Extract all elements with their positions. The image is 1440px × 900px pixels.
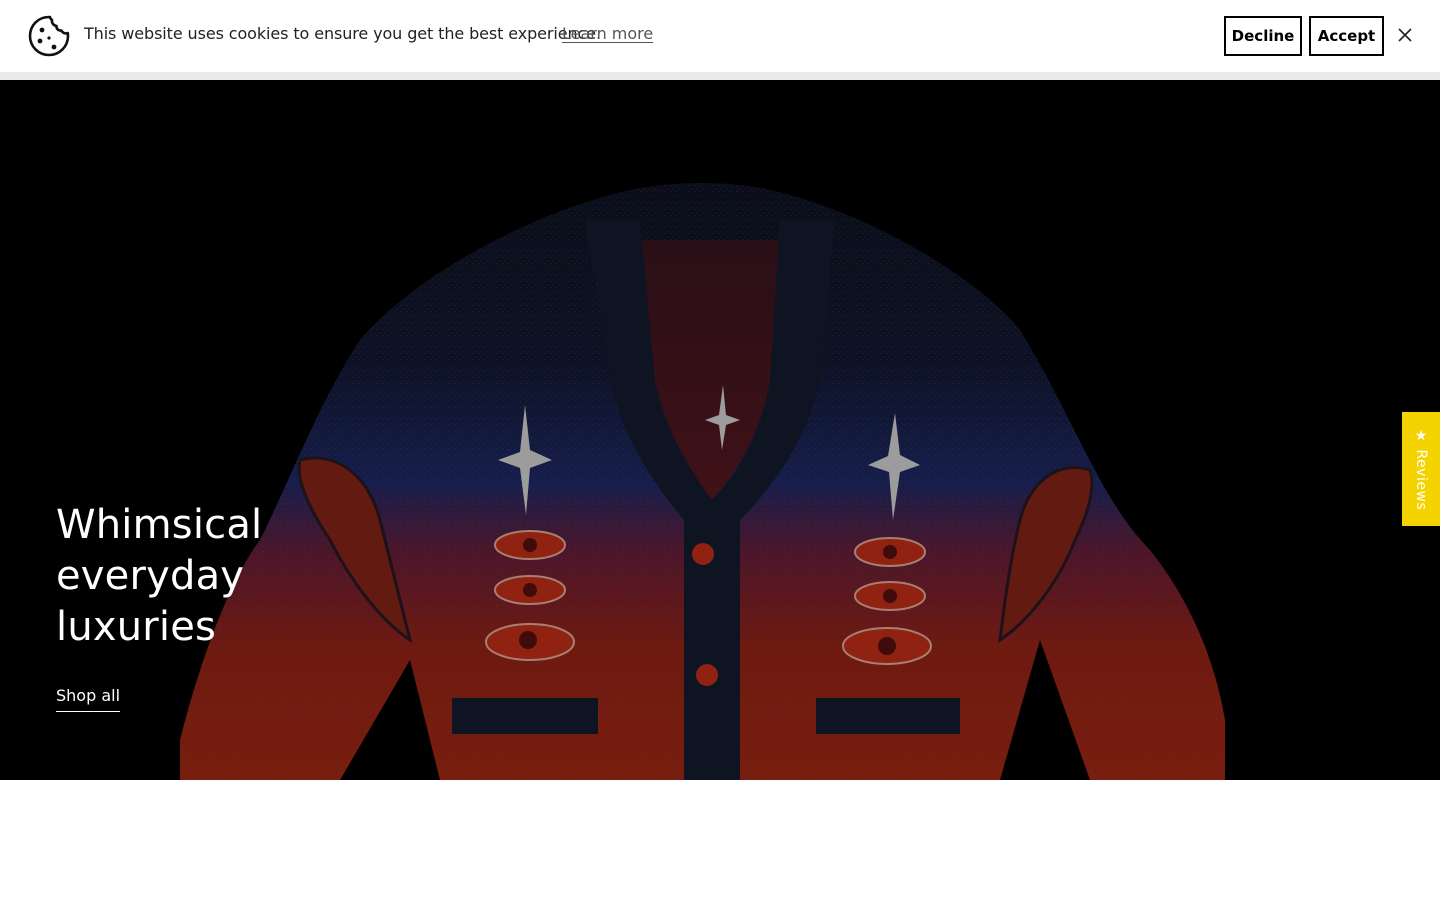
decline-button[interactable]: Decline — [1224, 16, 1302, 56]
hero-banner: Whimsical everyday luxuries Shop all — [0, 80, 1440, 780]
cookie-message: This website uses cookies to ensure you … — [84, 24, 601, 43]
learn-more-link[interactable]: Learn more — [562, 24, 653, 43]
header-divider — [0, 72, 1440, 80]
hero-image — [0, 80, 1440, 780]
shop-all-link[interactable]: Shop all — [56, 686, 121, 712]
cookie-icon — [28, 15, 70, 57]
hero-title: Whimsical everyday luxuries — [56, 502, 263, 650]
reviews-tab-label: ★ Reviews — [1413, 427, 1429, 511]
cookie-banner: This website uses cookies to ensure you … — [0, 0, 1440, 72]
close-icon[interactable] — [1397, 27, 1413, 43]
accept-button[interactable]: Accept — [1309, 16, 1384, 56]
reviews-tab[interactable]: ★ Reviews — [1402, 412, 1440, 526]
